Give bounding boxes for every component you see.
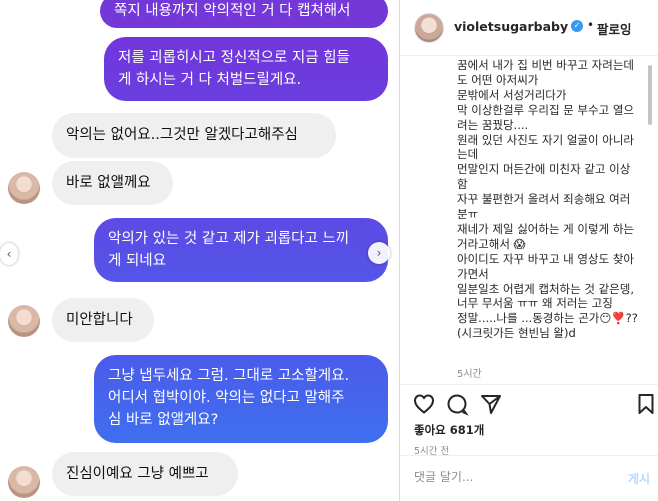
caption-line: 너무 무서움 ㅠㅠ 왜 저러는 고징 (457, 296, 613, 311)
caption-area: 꿈에서 내가 집 비번 바꾸고 자려는데 도 어떤 아저씨가 문밖에서 서성거리다가… (400, 57, 658, 384)
caption-line: 아이디도 자꾸 바꾸고 내 영상도 찾아 (457, 251, 634, 266)
chat-message-text: 어디서 협박이야. 악의는 없다고 말해주 (108, 390, 345, 406)
caption-line: 먼말인지 머든간에 미친자 같고 이상 (457, 162, 631, 177)
chat-message-text: 진심이예요 그냥 예쁘고 (66, 466, 209, 482)
chat-message-text: 그냥 냅두세요 그럼. 그대로 고소할게요. (108, 368, 350, 384)
separator-dot: • (587, 18, 595, 32)
following-button[interactable]: 팔로잉 (597, 19, 632, 38)
post-actions: 좋아요 681개 5시간 전 게시 (400, 384, 658, 501)
post-header: violetsugarbaby ✓ • 팔로잉 (400, 0, 658, 56)
caption-line: 가면서 (457, 266, 489, 281)
bookmark-icon[interactable] (634, 392, 658, 416)
caption-line: 원래 있던 사진도 자기 얼굴이 아니라 (457, 132, 634, 147)
caption-line: 일분일초 어렵게 캡처하는 것 같은뎅, (457, 281, 634, 296)
caption-line: 자꾸 불편한거 올려서 죄송해요 여러 (457, 192, 631, 207)
chat-message-outgoing: 쪽지 내용까지 악의적인 거 다 캡쳐해서 (100, 0, 388, 28)
caption-line: 문밖에서 서성거리다가 (457, 87, 567, 102)
chevron-left-icon: ‹ (6, 247, 12, 261)
chat-message-text: 게 하시는 거 다 처벌드릴게요. (118, 72, 302, 88)
caption-line: 는데 (457, 147, 479, 162)
caption-line: (시크릿가든 현빈님 왈)d (457, 326, 576, 341)
verified-icon: ✓ (571, 20, 583, 32)
sender-avatar (8, 172, 40, 204)
comment-input[interactable] (414, 470, 614, 484)
caption-line: 재네가 제일 싫어하는 게 이렇게 하는 (457, 221, 634, 236)
sender-avatar (8, 305, 40, 337)
chat-message-text: 저를 괴롭히시고 정신적으로 지금 힘들 (118, 50, 350, 66)
caption-scrollbar[interactable] (648, 65, 652, 125)
chat-message-text: 바로 없앨께요 (66, 175, 151, 191)
carousel-prev-button[interactable]: ‹ (0, 243, 18, 265)
chat-message-incoming: 악의는 없어요..그것만 알겠다고해주심 (52, 113, 336, 158)
caption-line: 막 이상한걸루 우리집 문 부수고 열으 (457, 102, 634, 117)
carousel-next-button[interactable]: › (368, 242, 390, 264)
caption-line: 거라고해서 😱 (457, 236, 526, 251)
chat-screenshot: 쪽지 내용까지 악의적인 거 다 캡쳐해서 저를 괴롭히시고 정신적으로 지금 … (0, 0, 399, 501)
chat-message-outgoing: 악의가 있는 것 같고 제가 괴롭다고 느끼 게 되네요 (94, 218, 388, 282)
caption-line: 분ㅠ (457, 207, 479, 221)
chat-message-text: 악의는 없어요..그것만 알겠다고해주심 (66, 127, 298, 143)
chat-message-outgoing: 저를 괴롭히시고 정신적으로 지금 힘들 게 하시는 거 다 처벌드릴게요. (104, 37, 388, 101)
comment-icon[interactable] (445, 392, 469, 416)
caption-line: 려는 꿈꿨당.... (457, 117, 529, 132)
post-comment-button[interactable]: 게시 (628, 470, 650, 487)
chat-message-outgoing: 그냥 냅두세요 그럼. 그대로 고소할게요. 어디서 협박이야. 악의는 없다고… (94, 355, 388, 443)
instagram-post-panel: violetsugarbaby ✓ • 팔로잉 꿈에서 내가 집 비번 바꾸고 … (399, 0, 658, 501)
chat-message-incoming: 진심이예요 그냥 예쁘고 (52, 452, 238, 496)
chat-message-text: 미안합니다 (66, 312, 133, 328)
comment-bar: 게시 (400, 455, 658, 501)
caption-line: 정말.....나를 ...동경하는 곤가😶❣️?? (457, 311, 638, 326)
chat-message-incoming: 미안합니다 (52, 298, 154, 342)
share-icon[interactable] (479, 392, 503, 416)
caption-line: 꿈에서 내가 집 비번 바꾸고 자려는데 (457, 58, 634, 72)
caption-line: 도 어떤 아저씨가 (457, 72, 539, 87)
chevron-right-icon: › (376, 246, 382, 260)
heart-icon[interactable] (412, 392, 436, 416)
chat-message-text: 악의가 있는 것 같고 제가 괴롭다고 느끼 (108, 231, 350, 247)
chat-message-text: 심 바로 없앨게요? (108, 412, 219, 428)
username-link[interactable]: violetsugarbaby (454, 19, 568, 34)
chat-message-text: 쪽지 내용까지 악의적인 거 다 캡쳐해서 (114, 3, 351, 19)
caption-line: 함 (457, 177, 468, 192)
likes-count[interactable]: 좋아요 681개 (414, 422, 484, 438)
chat-message-text: 게 되네요 (108, 253, 166, 269)
sender-avatar (8, 466, 40, 498)
profile-avatar[interactable] (414, 13, 444, 43)
caption-timestamp: 5시간 (457, 369, 482, 380)
chat-message-incoming: 바로 없앨께요 (52, 161, 173, 205)
